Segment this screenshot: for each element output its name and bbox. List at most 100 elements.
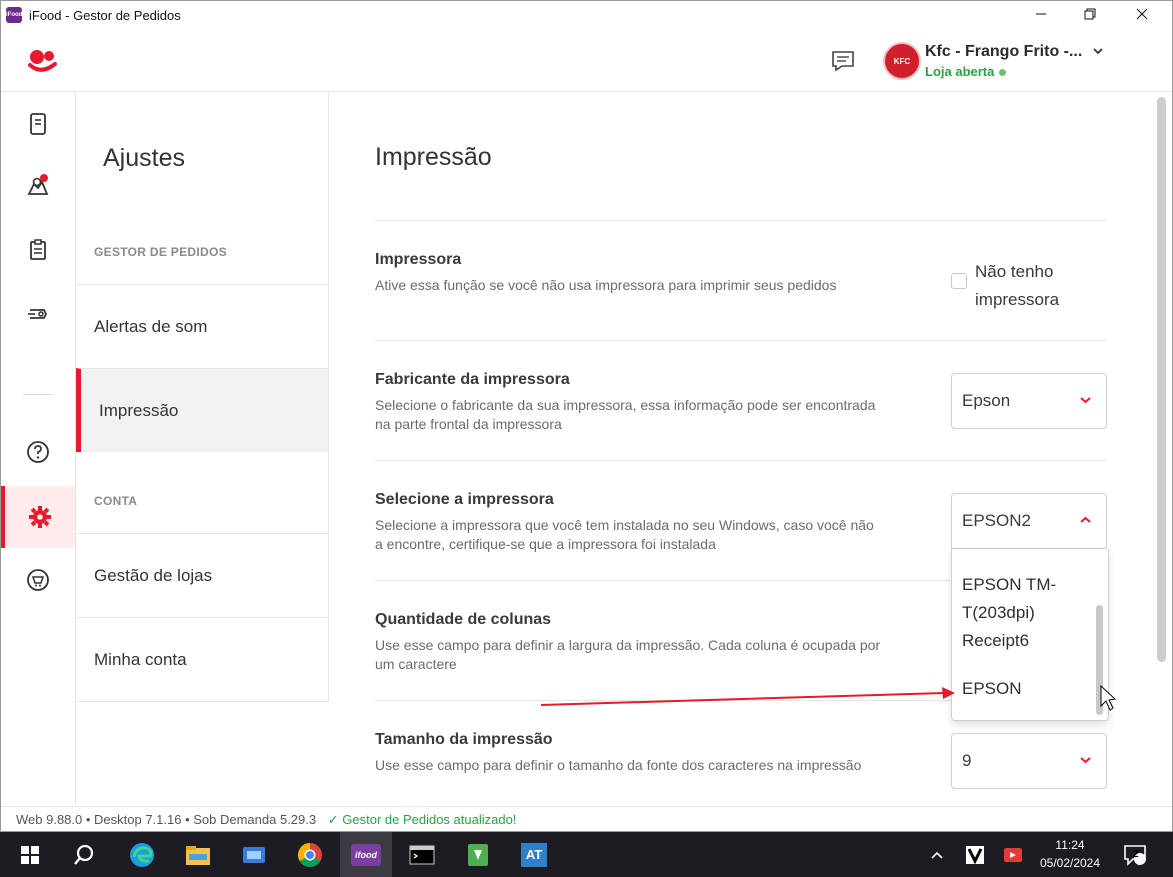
taskbar-app[interactable]	[228, 832, 280, 877]
clock-time: 11:24	[1055, 838, 1085, 852]
section-header-gestor: GESTOR DE PEDIDOS	[94, 245, 227, 259]
clock-date: 05/02/2024	[1039, 856, 1101, 870]
font-size-value: 9	[962, 751, 972, 770]
row-title: Quantidade de colunas	[375, 611, 552, 628]
rail-item-orders[interactable]	[1, 94, 75, 154]
font-size-select[interactable]: 9	[951, 733, 1107, 789]
close-button[interactable]	[1119, 1, 1165, 31]
side-rail	[1, 92, 76, 805]
nav-item-impressao[interactable]: Impressão	[76, 368, 328, 452]
minimize-icon	[1036, 13, 1046, 15]
title-bar: iFood iFood - Gestor de Pedidos	[1, 1, 1172, 31]
no-printer-checkbox[interactable]	[951, 273, 967, 289]
terminal-icon	[409, 845, 435, 864]
store-status: Loja aberta	[925, 64, 1007, 79]
app-icon: iFood	[6, 7, 22, 23]
rail-item-help[interactable]	[1, 422, 75, 482]
dropdown-option[interactable]: EPSON	[962, 679, 1022, 699]
notification-count: 2	[1133, 849, 1139, 860]
menu-icon	[30, 239, 46, 260]
orders-icon	[30, 113, 46, 135]
tray-app-red[interactable]	[1000, 832, 1026, 877]
main-scrollbar[interactable]	[1157, 97, 1166, 662]
tray-v-icon	[966, 845, 984, 864]
tray-app-v[interactable]	[962, 832, 988, 877]
map-icon	[27, 174, 49, 195]
rail-item-map[interactable]	[1, 156, 75, 216]
windows-start-icon	[21, 845, 39, 864]
row-title: Tamanho da impressão	[375, 731, 553, 748]
rail-item-menu[interactable]	[1, 220, 75, 280]
taskbar: ifood AT 11:24 05/02/2024 2	[0, 832, 1173, 877]
taskbar-terminal[interactable]	[396, 832, 448, 877]
settings-title: Ajustes	[103, 144, 185, 172]
taskbar-edge[interactable]	[116, 832, 168, 877]
version-info: Web 9.88.0 • Desktop 7.1.16 • Sob Demand…	[16, 812, 317, 827]
nav-item-alertas-de-som[interactable]: Alertas de som	[76, 284, 328, 368]
update-status: ✓ Gestor de Pedidos atualizado!	[327, 812, 517, 827]
notification-center-button[interactable]: 2	[1120, 832, 1150, 877]
taskbar-file-explorer[interactable]	[172, 832, 224, 877]
status-bar: Web 9.88.0 • Desktop 7.1.16 • Sob Demand…	[1, 806, 1172, 832]
taskbar-at-app[interactable]: AT	[508, 832, 560, 877]
nav-item-gestao-de-lojas[interactable]: Gestão de lojas	[76, 533, 328, 617]
chevron-up-icon	[1079, 494, 1092, 548]
manufacturer-value: Epson	[962, 391, 1011, 410]
row-description: Selecione o fabricante da sua impressora…	[375, 397, 876, 432]
nav-item-minha-conta[interactable]: Minha conta	[76, 617, 328, 701]
row-title: Selecione a impressora	[375, 491, 554, 508]
rail-divider	[23, 394, 53, 395]
at-icon: AT	[521, 842, 547, 867]
manufacturer-select[interactable]: Epson	[951, 373, 1107, 429]
restore-icon	[1084, 8, 1096, 20]
search-icon	[74, 844, 94, 865]
app-icon	[243, 846, 265, 863]
taskbar-ifood[interactable]: ifood	[340, 832, 392, 877]
start-button[interactable]	[4, 832, 56, 877]
taskbar-green-app[interactable]	[452, 832, 504, 877]
restore-button[interactable]	[1067, 1, 1113, 31]
rail-item-settings[interactable]	[1, 486, 75, 548]
window-title: iFood - Gestor de Pedidos	[29, 8, 181, 23]
store-status-label: Loja aberta	[925, 64, 995, 79]
promotions-icon	[28, 309, 48, 319]
app-green-icon	[468, 843, 488, 866]
minimize-button[interactable]	[1018, 1, 1064, 31]
printer-select[interactable]: EPSON2	[951, 493, 1107, 549]
row-description: Selecione a impressora que você tem inst…	[375, 517, 874, 552]
row-title: Fabricante da impressora	[375, 371, 570, 388]
store-name[interactable]: Kfc - Frango Frito -...	[925, 43, 1082, 61]
tray-overflow-button[interactable]	[926, 832, 948, 877]
store-avatar[interactable]: KFC	[883, 42, 921, 80]
main-content: Impressão Impressora Ative essa função s…	[329, 92, 1155, 805]
chevron-down-icon	[1079, 734, 1092, 788]
help-icon	[27, 441, 49, 463]
chevron-down-icon	[1079, 374, 1092, 428]
row-description: Ative essa função se você não usa impres…	[375, 277, 837, 293]
row-title: Impressora	[375, 251, 462, 268]
no-printer-label[interactable]: Não tenho impressora	[975, 258, 1095, 314]
row-description: Use esse campo para definir a largura da…	[375, 637, 881, 672]
printer-value: EPSON2	[962, 511, 1031, 530]
search-button[interactable]	[58, 832, 110, 877]
app-window: iFood iFood - Gestor de Pedidos KFC Kfc …	[0, 0, 1173, 832]
settings-icon	[29, 506, 51, 528]
taskbar-clock[interactable]: 11:24 05/02/2024	[1030, 836, 1110, 872]
dropdown-scrollbar[interactable]	[1096, 605, 1103, 715]
ifood-logo-icon[interactable]	[27, 47, 59, 75]
settings-nav: Ajustes GESTOR DE PEDIDOS Alertas de som…	[76, 92, 329, 702]
file-explorer-icon	[186, 845, 210, 865]
app-header: KFC Kfc - Frango Frito -... Loja aberta	[1, 31, 1172, 92]
taskbar-chrome[interactable]	[284, 832, 336, 877]
chat-icon[interactable]	[830, 49, 856, 73]
marketplace-icon	[27, 569, 49, 591]
rail-item-marketplace[interactable]	[1, 550, 75, 610]
chrome-icon	[297, 842, 322, 867]
rail-item-promotions[interactable]	[1, 284, 75, 344]
row-description: Use esse campo para definir o tamanho da…	[375, 757, 862, 773]
printer-dropdown-list: EPSON TM-T(203dpi) Receipt6 EPSON	[951, 549, 1109, 721]
page-title: Impressão	[375, 143, 492, 171]
dropdown-option[interactable]: EPSON TM-T(203dpi) Receipt6	[962, 571, 1082, 655]
chevron-down-icon[interactable]	[1092, 45, 1104, 59]
edge-icon	[130, 842, 154, 867]
